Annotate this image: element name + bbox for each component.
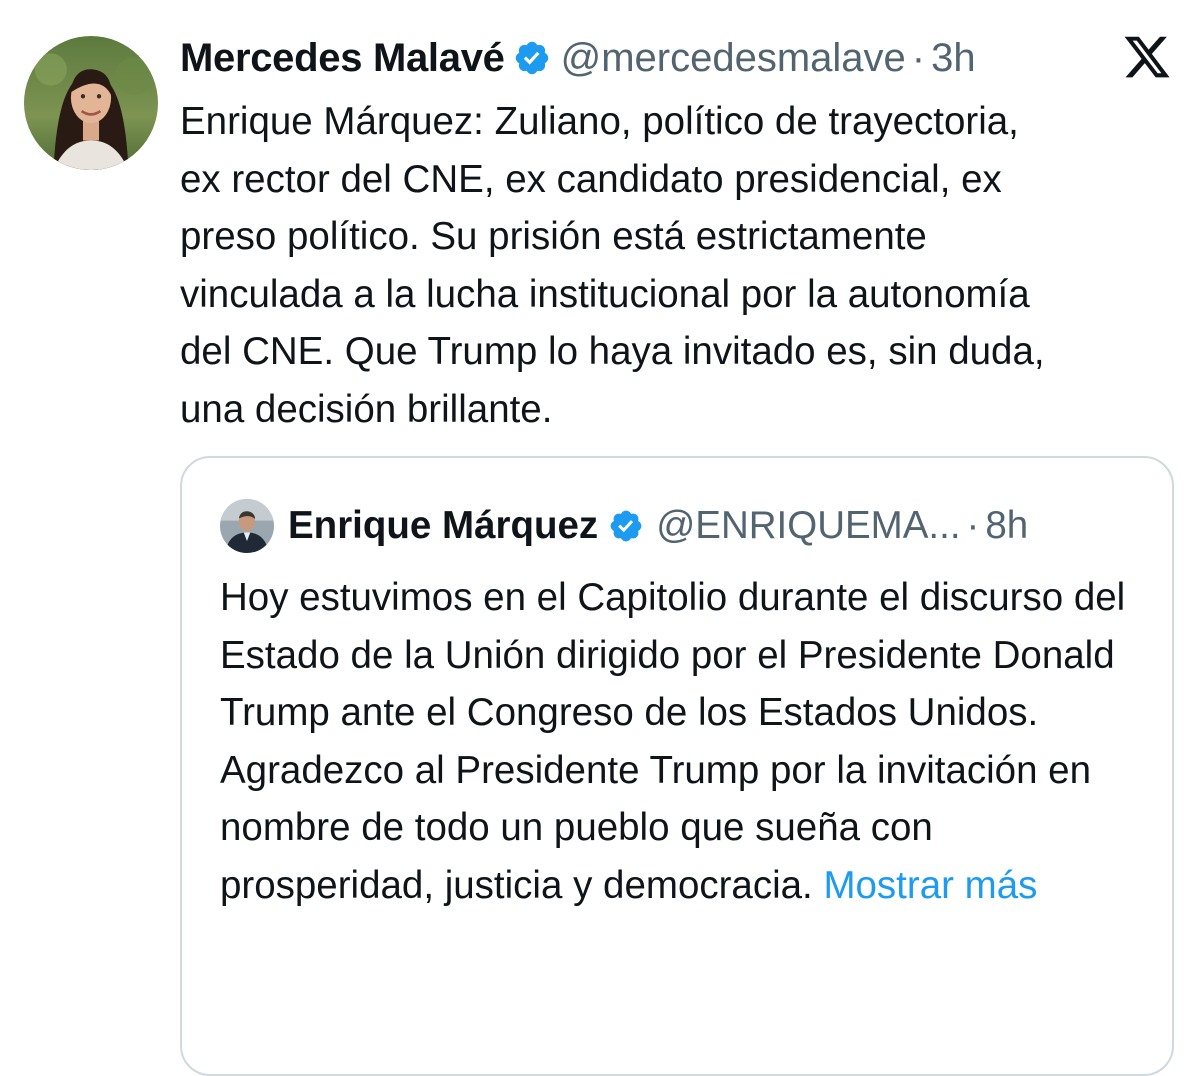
quoted-author-avatar[interactable] [220,499,274,553]
author-avatar[interactable] [24,36,158,170]
tweet-body: Enrique Márquez: Zuliano, político de tr… [180,100,1045,431]
author-avatar-image [24,36,158,170]
quoted-tweet-text: Hoy estuvimos en el Capitolio durante el… [220,576,1126,907]
quoted-tweet-card[interactable]: Enrique Márquez @ENRIQUEMA... · 8h Hoy e… [180,456,1174,1076]
quoted-author-handle[interactable]: @ENRIQUEMA... [656,504,960,548]
quoted-tweet-header: Enrique Márquez @ENRIQUEMA... · 8h [220,498,1028,554]
author-name[interactable]: Mercedes Malavé [180,36,505,81]
show-more-link[interactable]: Mostrar más [823,864,1037,907]
tweet-timestamp[interactable]: 3h [931,36,976,81]
author-handle[interactable]: @mercedesmalave [561,36,906,81]
quoted-author-name[interactable]: Enrique Márquez [288,504,598,548]
quoted-tweet-body: Hoy estuvimos en el Capitolio durante el… [220,569,1150,914]
quoted-header-separator: · [966,504,980,547]
verified-badge-icon[interactable] [513,39,551,77]
x-logo-icon[interactable] [1122,32,1172,82]
tweet-header: Mercedes Malavé @mercedesmalave · 3h [180,30,976,86]
header-separator: · [911,35,926,80]
quoted-tweet-timestamp[interactable]: 8h [985,504,1028,548]
verified-badge-icon[interactable] [608,508,644,544]
